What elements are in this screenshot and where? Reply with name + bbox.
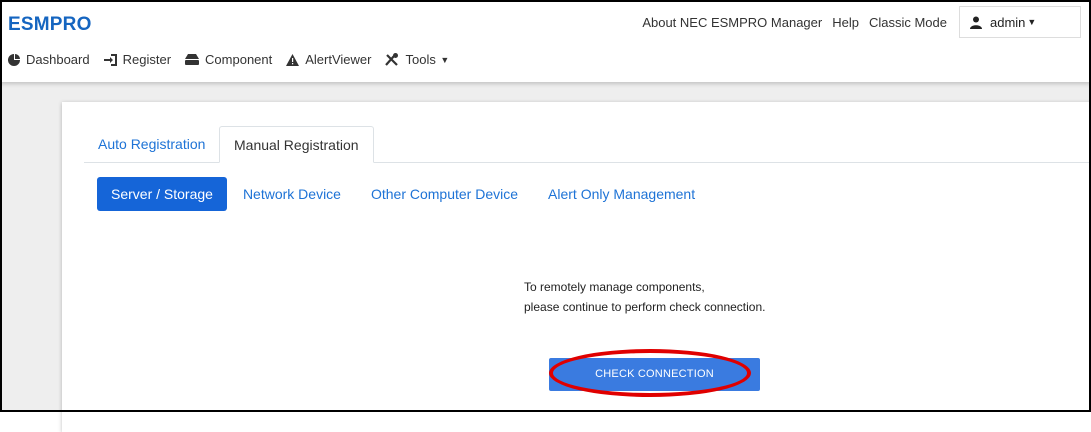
header-links: About NEC ESMPRO Manager Help Classic Mo…	[632, 6, 1081, 38]
nav-label: Dashboard	[26, 52, 90, 67]
instruction-message: To remotely manage components, please co…	[524, 277, 765, 317]
subtab-server-storage[interactable]: Server / Storage	[97, 177, 227, 211]
nav-label: Tools	[405, 52, 436, 67]
user-name: admin	[990, 14, 1026, 30]
tab-auto-registration[interactable]: Auto Registration	[84, 126, 219, 162]
registration-tabs: Auto Registration Manual Registration	[84, 126, 1091, 163]
message-line-1: To remotely manage components,	[524, 280, 705, 294]
hdd-icon	[185, 54, 200, 65]
top-bar: ESMPRO About NEC ESMPRO Manager Help Cla…	[0, 0, 1091, 82]
help-link[interactable]: Help	[832, 15, 859, 30]
device-type-tabs: Server / Storage Network Device Other Co…	[97, 177, 711, 211]
nav-alertviewer[interactable]: AlertViewer	[286, 52, 371, 67]
user-menu[interactable]: admin ▼	[959, 6, 1081, 38]
chevron-down-icon: ▼	[1027, 17, 1037, 27]
nav-label: Component	[205, 52, 273, 67]
nav-label: Register	[122, 52, 172, 67]
registration-card: Auto Registration Manual Registration Se…	[62, 102, 1091, 432]
nav-component[interactable]: Component	[185, 52, 272, 67]
warning-triangle-icon	[286, 53, 300, 66]
pie-chart-icon	[8, 53, 20, 66]
nav-register[interactable]: Register	[103, 52, 172, 67]
nav-label: AlertViewer	[305, 52, 372, 67]
tab-manual-registration[interactable]: Manual Registration	[219, 126, 374, 163]
user-icon	[970, 16, 982, 29]
main-nav: Dashboard Register Component AlertViewer	[8, 52, 463, 67]
subtab-other-computer-device[interactable]: Other Computer Device	[357, 177, 532, 211]
classic-mode-link[interactable]: Classic Mode	[869, 15, 947, 30]
subtab-network-device[interactable]: Network Device	[229, 177, 355, 211]
sign-in-icon	[103, 53, 117, 66]
check-connection-button[interactable]: CHECK CONNECTION	[549, 358, 760, 391]
tools-icon	[385, 53, 399, 66]
chevron-down-icon: ▼	[437, 54, 450, 65]
nav-dashboard[interactable]: Dashboard	[8, 52, 90, 67]
nav-tools[interactable]: Tools ▼	[385, 52, 449, 67]
about-link[interactable]: About NEC ESMPRO Manager	[642, 15, 822, 30]
message-line-2: please continue to perform check connect…	[524, 300, 766, 314]
app-logo[interactable]: ESMPRO	[8, 14, 92, 36]
subtab-alert-only-management[interactable]: Alert Only Management	[534, 177, 709, 211]
